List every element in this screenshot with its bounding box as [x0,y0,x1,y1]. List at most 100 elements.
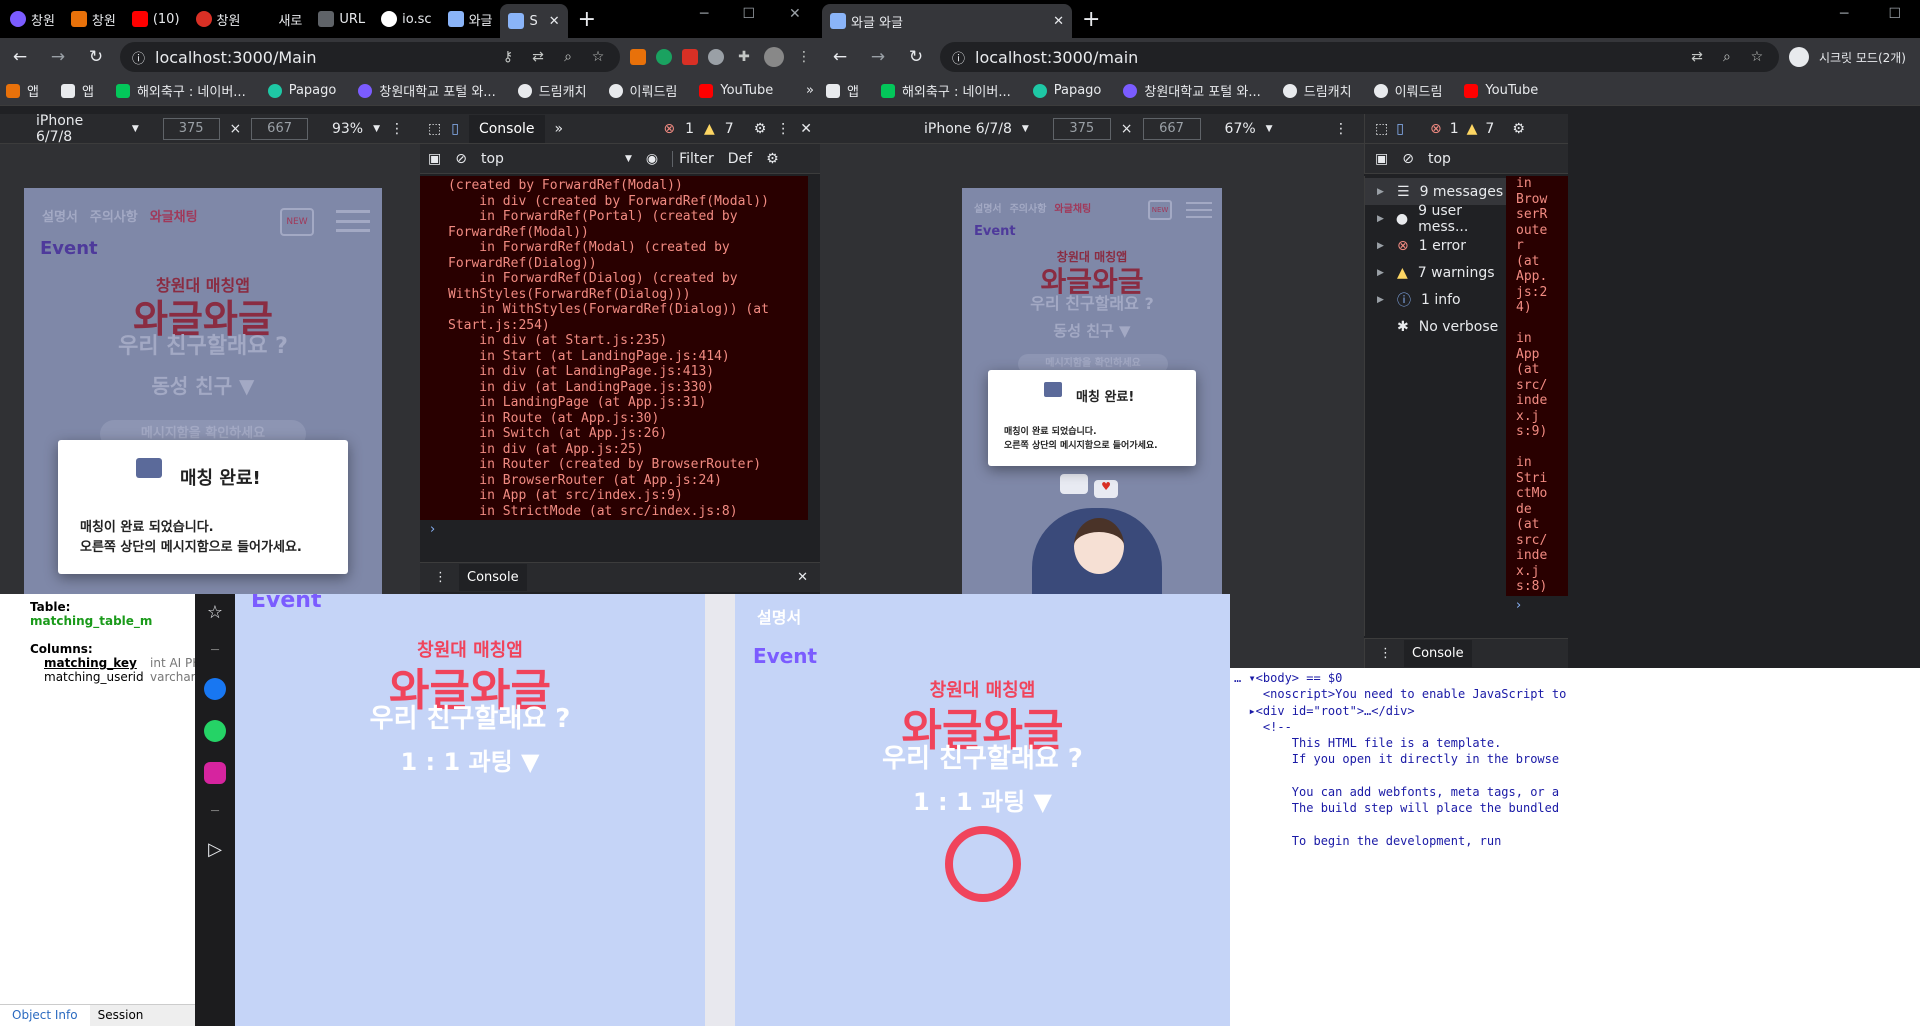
drawer-tab-console[interactable]: Console [1404,640,1472,667]
tab-5[interactable]: 새로 [248,4,310,34]
event-label[interactable]: Event [974,224,1016,239]
device-select[interactable]: iPhone 6/7/8 [924,121,1012,137]
incognito-label[interactable]: 시크릿 모드(2개) [1819,49,1906,66]
extension-gray-icon[interactable] [708,49,724,65]
bookmark-portal[interactable]: 창원대학교 포털 와... [1123,81,1261,100]
height-input[interactable]: 667 [1142,117,1201,140]
maximize-icon[interactable]: ☐ [742,6,755,22]
more-icon[interactable]: ⋮ [776,121,790,137]
tab-3[interactable]: (10) [124,4,188,34]
instagram-icon[interactable] [204,762,226,784]
puzzle-icon[interactable]: ✚ [734,49,754,65]
avatar[interactable] [764,47,784,67]
bookmark-apps[interactable]: 앱 [6,81,39,100]
tab-console[interactable]: Console [468,114,545,143]
sidebar-item-warnings[interactable]: ▶ ▲ 7 warnings [1365,259,1506,286]
new-tab-button[interactable]: + [568,7,606,32]
bookmark-papago[interactable]: Papago [267,83,336,98]
nav-notice[interactable]: 주의사항 [90,206,138,225]
sidebar-item-info[interactable]: ▶ ⓘ 1 info [1365,286,1506,313]
tab-7[interactable]: io.sc [373,4,439,34]
more-icon[interactable]: ⋮ [1334,121,1348,137]
bookmark-dreamcatch[interactable]: 드림캐치 [1282,81,1352,100]
translate-icon[interactable]: ⇄ [528,49,548,65]
more-icon[interactable]: ⋮ [390,121,404,137]
close-icon[interactable]: ✕ [549,14,560,29]
close-icon[interactable]: ✕ [1053,14,1064,29]
filter-input[interactable]: Filter [672,150,714,167]
reload-icon[interactable]: ↻ [902,47,930,67]
reload-icon[interactable]: ↻ [82,47,110,67]
sidebar-item-errors[interactable]: ▶ ⊗ 1 error [1365,232,1506,259]
level-select[interactable]: Def [728,151,752,167]
message-box-icon[interactable]: NEW [280,208,314,236]
tab-session[interactable]: Session [90,1005,152,1026]
more-tabs-icon[interactable]: » [555,121,564,137]
extension-ex-icon[interactable] [630,49,646,65]
zoom-select[interactable]: 67% [1225,121,1256,137]
maximize-icon[interactable]: ☐ [1888,6,1901,22]
height-input[interactable]: 667 [251,117,308,140]
width-input[interactable]: 375 [162,117,220,140]
nav-manual[interactable]: 설명서 [42,206,78,225]
event-label[interactable]: Event [251,594,321,613]
forward-icon[interactable]: → [864,47,892,67]
bookmark-naver[interactable]: 해외축구 : 네이버... [115,81,246,100]
key-icon[interactable]: ⚷ [498,49,518,65]
forward-icon[interactable]: → [44,47,72,67]
bookmark-naver[interactable]: 해외축구 : 네이버... [880,81,1011,100]
star-icon[interactable]: ☆ [1747,49,1767,65]
minimize-icon[interactable]: ─ [700,6,708,22]
hamburger-icon[interactable] [1186,202,1212,218]
nav-notice[interactable]: 주의사항 [1010,200,1047,215]
friend-type-select[interactable]: 동성 친구 ▼ [24,370,382,399]
address-bar[interactable]: ⓘ localhost:3000/main ⇄ ⌕ ☆ [940,42,1779,72]
eye-icon[interactable]: ◉ [646,151,658,167]
more-bookmarks-icon[interactable]: » [806,83,814,98]
bookmark-apps-2[interactable]: 앱 [60,81,94,100]
back-icon[interactable]: ← [826,47,854,67]
extension-m-icon[interactable] [656,49,672,65]
bookmark-youtube[interactable]: YouTube [699,83,773,98]
nav-chat[interactable]: 와글채팅 [1054,200,1091,215]
new-tab-button[interactable]: + [1072,7,1110,32]
context-select[interactable]: top [1428,151,1451,167]
nav-chat[interactable]: 와글채팅 [150,206,198,225]
address-bar[interactable]: ⓘ localhost:3000/Main ⚷ ⇄ ⌕ ☆ [120,42,620,72]
close-drawer-icon[interactable]: ✕ [797,570,808,585]
device-toggle-icon[interactable]: ▯ [1396,121,1404,137]
tab-9-active[interactable]: S ✕ [500,4,568,38]
zoom-select[interactable]: 93% [332,121,363,137]
friend-type-select[interactable]: 1 : 1 과팅 ▼ [235,742,705,777]
console-prompt[interactable]: › [420,520,820,562]
sidebar-item-user-messages[interactable]: ▶ ● 9 user mess... [1365,203,1506,235]
drawer-menu-icon[interactable]: ⋮ [1379,646,1392,661]
bookmark-dream[interactable]: 이뤄드림 [1373,81,1442,100]
sidebar-toggle-icon[interactable]: ▣ [1375,151,1388,167]
context-select[interactable]: top [481,151,611,167]
inspect-icon[interactable]: ⬚ [1375,121,1388,137]
tab-2[interactable]: 창원 [63,4,124,34]
event-label[interactable]: Event [40,238,98,259]
nav-manual[interactable]: 설명서 [974,200,1002,215]
width-input[interactable]: 375 [1052,117,1111,140]
send-icon[interactable]: ▷ [208,839,222,860]
bookmark-papago[interactable]: Papago [1032,83,1101,98]
menu-icon[interactable]: ⋮ [794,49,814,65]
hamburger-icon[interactable] [336,210,370,232]
clear-console-icon[interactable]: ⊘ [455,151,467,167]
star-icon[interactable]: ☆ [207,602,223,623]
message-box-icon[interactable]: NEW [1148,200,1172,220]
bookmark-youtube[interactable]: YouTube [1464,83,1538,98]
device-select[interactable]: iPhone 6/7/8 [36,113,122,145]
tab-4[interactable]: 창원 [188,4,249,34]
gear-icon[interactable]: ⚙ [766,151,779,167]
tab-1[interactable]: 창원 [2,4,63,34]
sidebar-toggle-icon[interactable]: ▣ [428,151,441,167]
tab-waggle[interactable]: 와글 와글 ✕ [822,4,1072,38]
inspect-icon[interactable]: ⬚ [428,121,441,137]
gear-icon[interactable]: ⚙ [754,121,767,137]
sidebar-item-verbose[interactable]: ✱ No verbose [1365,313,1506,340]
zoom-icon[interactable]: ⌕ [558,49,578,65]
minimize-icon[interactable]: ─ [1840,6,1848,22]
